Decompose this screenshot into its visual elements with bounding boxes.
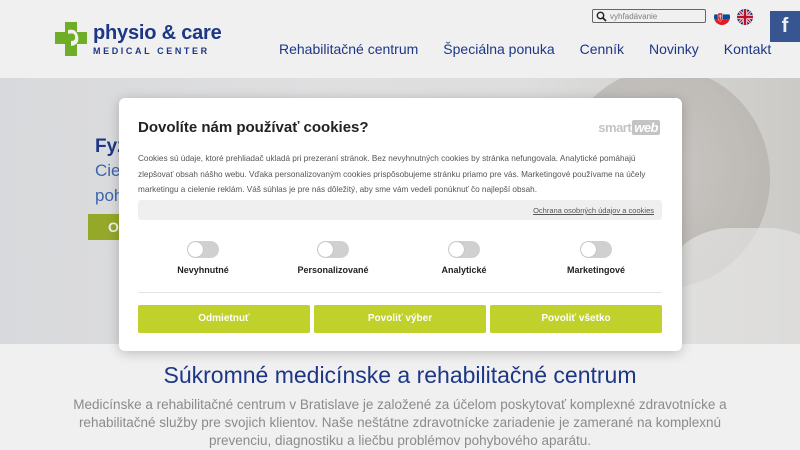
cookie-dialog-title: Dovolíte nám používať cookies? xyxy=(138,119,369,136)
smartweb-logo-badge: web xyxy=(632,120,660,135)
toggle-label-marketing: Marketingové xyxy=(566,265,626,275)
smartweb-logo-text: smart xyxy=(598,120,632,135)
necessary-toggle-switch[interactable] xyxy=(187,241,219,258)
cookie-dialog-body: Cookies sú údaje, ktoré prehliadač uklad… xyxy=(138,154,646,194)
toggle-necessary: Nevyhnutné xyxy=(138,241,268,275)
reject-button[interactable]: Odmietnuť xyxy=(138,305,310,333)
allow-all-button[interactable]: Povoliť všetko xyxy=(490,305,662,333)
toggle-label-analytics: Analytické xyxy=(441,265,487,275)
toggle-label-personalized: Personalizované xyxy=(297,265,369,275)
toggle-knob xyxy=(581,242,596,257)
cookie-toggles: Nevyhnutné Personalizované Analytické Ma… xyxy=(138,241,662,281)
analytics-toggle-switch[interactable] xyxy=(448,241,480,258)
toggle-personalized: Personalizované xyxy=(268,241,398,275)
toggle-knob xyxy=(318,242,333,257)
toggle-analytics: Analytické xyxy=(399,241,529,275)
toggle-label-necessary: Nevyhnutné xyxy=(177,265,229,275)
toggle-knob xyxy=(188,242,203,257)
marketing-toggle-switch[interactable] xyxy=(580,241,612,258)
personalized-toggle-switch[interactable] xyxy=(317,241,349,258)
privacy-policy-link[interactable]: Ochrana osobných údajov a cookies xyxy=(533,206,654,215)
allow-selection-button[interactable]: Povoliť výber xyxy=(314,305,486,333)
policy-bar: Ochrana osobných údajov a cookies xyxy=(138,200,662,220)
toggle-knob xyxy=(449,242,464,257)
smartweb-logo: smart web xyxy=(598,120,660,135)
cookie-consent-dialog: Dovolíte nám používať cookies? smart web … xyxy=(119,98,682,351)
toggle-marketing: Marketingové xyxy=(531,241,661,275)
dialog-divider xyxy=(138,292,662,293)
